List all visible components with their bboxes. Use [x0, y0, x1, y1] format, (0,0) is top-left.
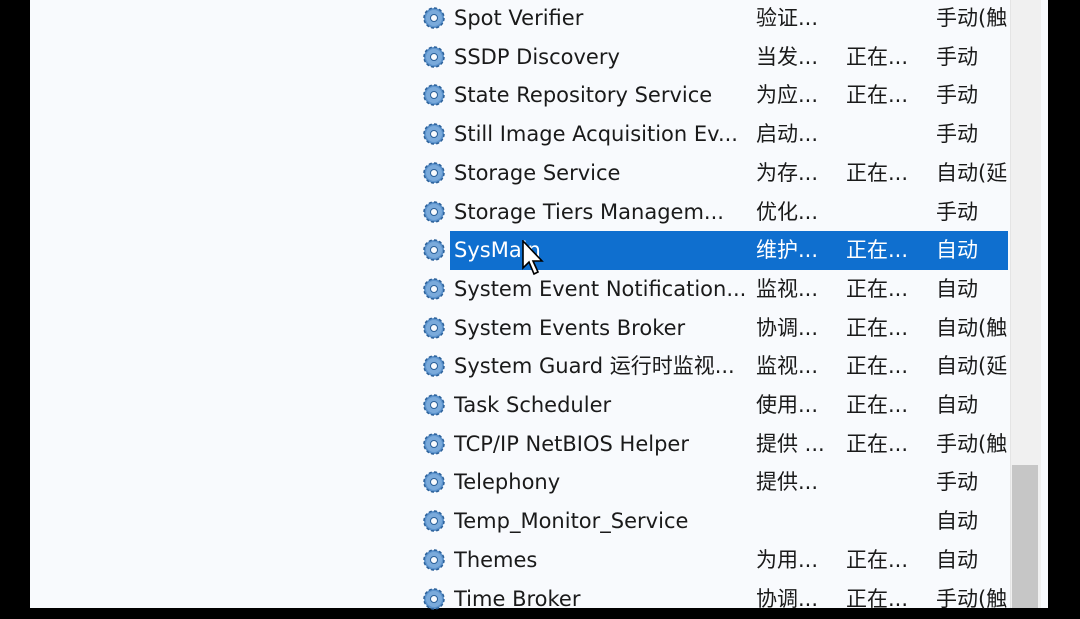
gear-icon: [420, 231, 450, 269]
gear-icon: [420, 309, 450, 347]
service-row[interactable]: Task Scheduler 使用... 正在... 自动: [418, 386, 1008, 425]
service-startup-type: 手动(触: [936, 6, 1008, 30]
service-startup-type: 手动(触: [936, 431, 1008, 456]
service-name: SSDP Discovery: [454, 44, 620, 69]
service-status: 正在...: [846, 238, 909, 263]
gear-icon: [420, 425, 450, 463]
service-row[interactable]: System Guard 运行时监视... 监视... 正在... 自动(延: [418, 347, 1008, 386]
services-list: Spot Verifier 验证... 手动(触 SSDP Discovery 当发..…: [418, 0, 1008, 619]
vertical-scrollbar[interactable]: [1010, 0, 1041, 608]
service-startup-type: 手动: [936, 44, 978, 69]
service-description: 为用...: [756, 547, 819, 572]
service-name: System Event Notification...: [454, 276, 747, 301]
service-description: 监视...: [756, 276, 819, 301]
gear-icon: [420, 38, 450, 76]
service-status: 正在...: [846, 315, 909, 340]
service-row[interactable]: SSDP Discovery 当发... 正在... 手动: [418, 38, 1008, 77]
service-startup-type: 自动(延: [936, 354, 1008, 379]
service-startup-type: 手动: [936, 122, 978, 147]
service-name: Storage Service: [454, 160, 621, 185]
service-description: 使用...: [756, 393, 819, 417]
service-status: 正在...: [846, 586, 909, 611]
service-description: 优化...: [756, 199, 819, 224]
service-startup-type: 自动: [936, 238, 978, 263]
service-startup-type: 手动(触: [936, 586, 1008, 611]
gear-icon: [420, 270, 450, 308]
service-row[interactable]: Themes 为用... 正在... 自动: [418, 541, 1008, 580]
service-name: Task Scheduler: [454, 393, 612, 417]
service-status: 正在...: [846, 354, 909, 379]
service-description: 提供 ...: [756, 431, 825, 456]
service-name: Telephony: [454, 470, 561, 495]
service-description: 提供...: [756, 470, 819, 495]
service-status: 正在...: [846, 547, 909, 572]
service-name: Still Image Acquisition Ev...: [454, 122, 738, 147]
service-row[interactable]: Temp_Monitor_Service 自动: [418, 502, 1008, 541]
service-startup-type: 手动: [936, 199, 978, 224]
service-startup-type: 自动: [936, 276, 978, 301]
service-startup-type: 自动: [936, 393, 978, 417]
service-description: 启动...: [756, 122, 819, 147]
service-name: System Guard 运行时监视...: [454, 354, 735, 379]
service-row[interactable]: State Repository Service 为应... 正在... 手动: [418, 76, 1008, 115]
service-description: 为存...: [756, 160, 819, 185]
service-status: 正在...: [846, 160, 909, 185]
service-status: 正在...: [846, 431, 909, 456]
service-row[interactable]: System Events Broker 协调... 正在... 自动(触: [418, 309, 1008, 348]
service-startup-type: 自动: [936, 509, 978, 534]
gear-icon: [420, 0, 450, 37]
service-row[interactable]: System Event Notification... 监视... 正在... 自动: [418, 270, 1008, 309]
service-name: Temp_Monitor_Service: [454, 509, 689, 534]
service-name: State Repository Service: [454, 83, 713, 108]
service-startup-type: 自动(触: [936, 315, 1008, 340]
service-row[interactable]: Storage Service 为存... 正在... 自动(延: [418, 154, 1008, 193]
service-description: 协调...: [756, 586, 819, 611]
service-name: System Events Broker: [454, 315, 686, 340]
service-status: 正在...: [846, 276, 909, 301]
service-description: 为应...: [756, 83, 819, 108]
scrollbar-thumb[interactable]: [1012, 465, 1038, 608]
service-status: 正在...: [846, 393, 909, 417]
service-description: 监视...: [756, 354, 819, 379]
gear-icon: [420, 115, 450, 153]
service-status: 正在...: [846, 44, 909, 69]
gear-icon: [420, 386, 450, 424]
service-row[interactable]: Telephony 提供... 手动: [418, 463, 1008, 502]
service-row[interactable]: Storage Tiers Managem... 优化... 手动: [418, 193, 1008, 232]
service-row[interactable]: SysMain 维护... 正在... 自动: [418, 231, 1008, 270]
service-startup-type: 手动: [936, 83, 978, 108]
gear-icon: [420, 347, 450, 385]
gear-icon: [420, 154, 450, 192]
service-startup-type: 自动(延: [936, 160, 1008, 185]
gear-icon: [420, 76, 450, 114]
service-row[interactable]: Spot Verifier 验证... 手动(触: [418, 0, 1008, 38]
gear-icon: [420, 580, 450, 618]
service-description: 当发...: [756, 44, 819, 69]
service-name: TCP/IP NetBIOS Helper: [454, 431, 689, 456]
service-startup-type: 手动: [936, 470, 978, 495]
service-description: 验证...: [756, 6, 819, 30]
service-name: Themes: [454, 547, 538, 572]
service-row[interactable]: Time Broker 协调... 正在... 手动(触: [418, 580, 1008, 619]
gear-icon: [420, 463, 450, 501]
service-name: Spot Verifier: [454, 6, 584, 30]
mouse-cursor-icon: [522, 240, 544, 276]
gear-icon: [420, 502, 450, 540]
service-name: Storage Tiers Managem...: [454, 199, 724, 224]
service-startup-type: 自动: [936, 547, 978, 572]
service-name: SysMain: [454, 238, 541, 263]
service-description: 维护...: [756, 238, 819, 263]
service-description: 协调...: [756, 315, 819, 340]
service-status: 正在...: [846, 83, 909, 108]
service-name: Time Broker: [454, 586, 581, 611]
service-row[interactable]: Still Image Acquisition Ev... 启动... 手动: [418, 115, 1008, 154]
gear-icon: [420, 541, 450, 579]
service-row[interactable]: TCP/IP NetBIOS Helper 提供 ... 正在... 手动(触: [418, 425, 1008, 464]
gear-icon: [420, 193, 450, 231]
